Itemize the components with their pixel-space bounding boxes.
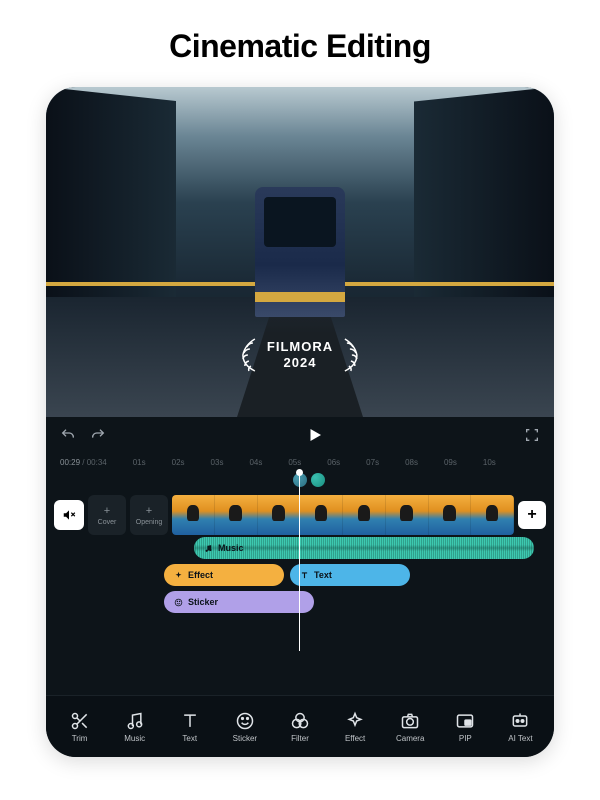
effect-button[interactable]: Effect — [331, 711, 379, 743]
plus-icon: + — [146, 505, 152, 517]
pip-button[interactable]: PIP — [441, 711, 489, 743]
add-clip-button[interactable]: + — [518, 501, 546, 529]
tool-label: Camera — [396, 734, 424, 743]
plus-icon: + — [104, 505, 110, 517]
pip-icon — [455, 711, 475, 731]
speaker-mute-icon — [62, 508, 76, 522]
page-title: Cinematic Editing — [169, 28, 431, 65]
sticker-track[interactable]: Sticker — [164, 591, 314, 613]
tool-label: AI Text — [508, 734, 532, 743]
tick: 10s — [483, 458, 496, 467]
clip-strip[interactable] — [172, 495, 514, 535]
fullscreen-button[interactable] — [524, 427, 540, 443]
music-button[interactable]: Music — [111, 711, 159, 743]
badge-line1: FILMORA — [267, 339, 333, 355]
undo-button[interactable] — [60, 427, 76, 443]
laurel-left-icon — [237, 335, 261, 375]
add-cover-button[interactable]: + Cover — [88, 495, 126, 535]
sparkle-icon — [174, 571, 183, 580]
scrub-thumb-b[interactable] — [311, 473, 325, 487]
smile-icon — [174, 598, 183, 607]
clip-frame — [300, 495, 343, 535]
tool-label: Text — [182, 734, 197, 743]
aitext-button[interactable]: AI Text — [496, 711, 544, 743]
tick: 02s — [172, 458, 185, 467]
video-preview[interactable]: FILMORA 2024 — [46, 87, 554, 417]
tick: 05s — [288, 458, 301, 467]
badge-line2: 2024 — [267, 355, 333, 371]
playback-controls — [46, 417, 554, 453]
sticker-button[interactable]: Sticker — [221, 711, 269, 743]
camera-icon — [400, 711, 420, 731]
play-button[interactable] — [306, 426, 324, 444]
music-track-label: Music — [218, 543, 244, 553]
clip-frame — [471, 495, 514, 535]
tool-label: Filter — [291, 734, 309, 743]
trim-button[interactable]: Trim — [56, 711, 104, 743]
bottom-toolbar: Trim Music Text Sticker Filter Effect Ca… — [46, 695, 554, 757]
redo-button[interactable] — [90, 427, 106, 443]
filter-button[interactable]: Filter — [276, 711, 324, 743]
tool-label: Music — [124, 734, 145, 743]
text-icon — [180, 711, 200, 731]
note-icon — [125, 711, 145, 731]
tick: 04s — [249, 458, 262, 467]
cover-label: Cover — [98, 519, 117, 526]
camera-button[interactable]: Camera — [386, 711, 434, 743]
text-track[interactable]: Text — [290, 564, 410, 586]
sticker-track-label: Sticker — [188, 597, 218, 607]
clip-frame — [172, 495, 215, 535]
mute-button[interactable] — [54, 500, 84, 530]
sparkle-icon — [345, 711, 365, 731]
ai-icon — [510, 711, 530, 731]
tick: 09s — [444, 458, 457, 467]
effect-track[interactable]: Effect — [164, 564, 284, 586]
tick: 06s — [327, 458, 340, 467]
scissors-icon — [70, 711, 90, 731]
tool-label: Trim — [72, 734, 88, 743]
time-sep: / — [80, 458, 87, 467]
tracks-area: Music Effect Text Sticker — [46, 537, 554, 613]
tool-label: PIP — [459, 734, 472, 743]
device-frame: FILMORA 2024 00:29 / 00:34 01s 02s 03s 0… — [46, 87, 554, 757]
opening-label: Opening — [136, 519, 162, 526]
text-button[interactable]: Text — [166, 711, 214, 743]
clip-frame — [258, 495, 301, 535]
preview-scene-train — [255, 187, 345, 317]
main-clip-track: + Cover + Opening + — [46, 493, 554, 537]
add-opening-button[interactable]: + Opening — [130, 495, 168, 535]
waveform — [194, 537, 534, 559]
text-icon — [300, 571, 309, 580]
tool-label: Effect — [345, 734, 365, 743]
filmora-badge: FILMORA 2024 — [237, 335, 363, 375]
clip-frame — [343, 495, 386, 535]
effect-track-label: Effect — [188, 570, 213, 580]
music-track[interactable]: Music — [194, 537, 534, 559]
laurel-right-icon — [339, 335, 363, 375]
tick: 08s — [405, 458, 418, 467]
tick: 03s — [211, 458, 224, 467]
smile-icon — [235, 711, 255, 731]
tick: 07s — [366, 458, 379, 467]
clip-frame — [429, 495, 472, 535]
tick: 01s — [133, 458, 146, 467]
playhead[interactable] — [299, 473, 300, 651]
text-track-label: Text — [314, 570, 332, 580]
tool-label: Sticker — [233, 734, 257, 743]
time-current: 00:29 — [60, 458, 80, 467]
filter-icon — [290, 711, 310, 731]
clip-frame — [386, 495, 429, 535]
time-total: 00:34 — [87, 458, 107, 467]
clip-frame — [215, 495, 258, 535]
